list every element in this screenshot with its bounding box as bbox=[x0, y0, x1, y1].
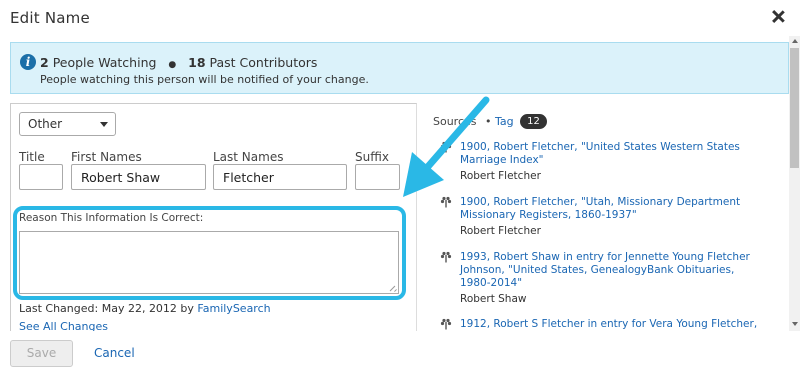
reason-textarea[interactable] bbox=[19, 231, 399, 294]
last-names-label: Last Names bbox=[213, 150, 284, 164]
source-person-name: Robert Fletcher bbox=[460, 170, 541, 182]
scroll-thumb[interactable] bbox=[790, 48, 799, 168]
title-label: Title bbox=[19, 150, 45, 164]
tree-icon bbox=[440, 318, 452, 330]
source-title-link[interactable]: 1912, Robert S Fletcher in entry for Ver… bbox=[460, 318, 760, 331]
title-field[interactable] bbox=[19, 164, 63, 190]
source-title-link[interactable]: 1900, Robert Fletcher, "United States We… bbox=[460, 141, 760, 167]
reason-label: Reason This Information Is Correct: bbox=[19, 212, 204, 224]
first-names-label: First Names bbox=[71, 150, 142, 164]
tree-icon bbox=[440, 141, 452, 153]
save-button[interactable]: Save bbox=[10, 340, 73, 367]
watchers-line: 2 People Watching ● 18 Past Contributors bbox=[40, 55, 317, 70]
dialog-title: Edit Name bbox=[10, 9, 90, 27]
last-names-field[interactable]: Fletcher bbox=[213, 164, 347, 190]
people-watching-count: 2 bbox=[40, 55, 49, 70]
separator-dot: ● bbox=[168, 60, 177, 70]
watchers-banner: i 2 People Watching ● 18 Past Contributo… bbox=[10, 42, 789, 94]
watchers-notice: People watching this person will be noti… bbox=[40, 73, 369, 86]
source-title-link[interactable]: 1900, Robert Fletcher, "Utah, Missionary… bbox=[460, 196, 760, 222]
last-changed: Last Changed: May 22, 2012 by FamilySear… bbox=[19, 302, 271, 315]
scroll-down-icon[interactable] bbox=[792, 322, 798, 326]
sources-dot: • bbox=[485, 115, 492, 128]
tree-icon bbox=[440, 196, 452, 208]
tag-link[interactable]: Tag bbox=[495, 115, 514, 128]
suffix-label: Suffix bbox=[355, 150, 389, 164]
people-watching-label[interactable]: People Watching bbox=[53, 55, 157, 70]
source-count-badge: 12 bbox=[520, 114, 547, 129]
past-contributors-count: 18 bbox=[188, 55, 206, 70]
dialog-header: Edit Name bbox=[0, 0, 800, 36]
scroll-up-icon[interactable] bbox=[792, 39, 798, 43]
scrollbar[interactable] bbox=[789, 36, 800, 331]
info-icon: i bbox=[20, 54, 36, 70]
name-type-value: Other bbox=[28, 117, 63, 131]
cancel-button[interactable]: Cancel bbox=[94, 346, 135, 360]
first-names-field[interactable]: Robert Shaw bbox=[71, 164, 206, 190]
sources-label: Sources bbox=[433, 115, 477, 128]
name-type-select[interactable]: Other bbox=[19, 112, 116, 136]
suffix-field[interactable] bbox=[355, 164, 400, 190]
last-changed-text: Last Changed: May 22, 2012 by bbox=[19, 302, 194, 315]
tree-icon bbox=[440, 251, 452, 263]
last-changed-by-link[interactable]: FamilySearch bbox=[197, 302, 270, 315]
chevron-down-icon bbox=[100, 122, 108, 127]
source-title-link[interactable]: 1993, Robert Shaw in entry for Jennette … bbox=[460, 251, 760, 290]
resize-grip-icon[interactable] bbox=[389, 284, 397, 292]
source-person-name: Robert Fletcher bbox=[460, 225, 541, 237]
close-icon[interactable] bbox=[770, 9, 786, 25]
source-person-name: Robert Shaw bbox=[460, 293, 527, 305]
past-contributors-label[interactable]: Past Contributors bbox=[210, 55, 318, 70]
sources-header: Sources • bbox=[433, 115, 497, 128]
